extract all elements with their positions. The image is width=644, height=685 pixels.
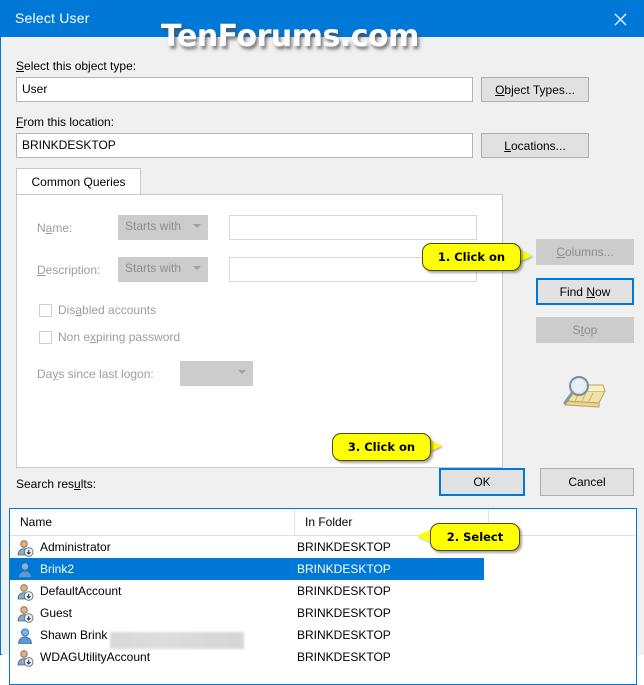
row-name: WDAGUtilityAccount [40, 650, 151, 664]
query-description-condition[interactable]: Starts with [118, 257, 208, 282]
list-header: Name In Folder [10, 509, 636, 536]
non-expiring-password-label: Non expiring password [58, 330, 181, 344]
row-in-folder: BRINKDESKTOP [297, 584, 391, 598]
callout-1: 1. Click on [422, 243, 521, 271]
row-name: Brink2 [40, 562, 75, 576]
stop-button[interactable]: Stop [536, 317, 634, 343]
search-results-list[interactable]: Name In Folder Administrator BRINKDESKTOP… [9, 508, 637, 685]
column-header-name[interactable]: Name [10, 509, 295, 536]
disabled-accounts-checkbox[interactable] [39, 304, 52, 317]
table-row[interactable]: Shawn Brink BRINKDESKTOP [10, 624, 636, 646]
user-icon [16, 561, 34, 579]
query-name-condition[interactable]: Starts with [118, 215, 208, 240]
window-title: Select User [15, 10, 90, 26]
callout-2-label: 2. Select [446, 530, 504, 544]
row-name: Guest [40, 606, 73, 620]
close-icon [614, 13, 626, 25]
object-type-field[interactable]: User [16, 77, 473, 102]
magnifier-folder-icon [563, 376, 606, 408]
table-row[interactable]: Guest BRINKDESKTOP [10, 602, 636, 624]
query-description-label: Description: [37, 263, 101, 277]
tab-strip: Common Queries [16, 168, 503, 195]
select-user-dialog: Select User Select this object type: Use… [0, 0, 644, 685]
object-types-label: Object Types... [495, 82, 575, 97]
user-icon [16, 627, 34, 645]
ok-label: OK [473, 475, 491, 489]
query-name-label: Name: [37, 221, 73, 235]
search-results-label: Search results: [16, 477, 97, 491]
user-arrow-icon [16, 583, 34, 601]
chevron-down-icon [238, 370, 246, 374]
row-in-folder: BRINKDESKTOP [297, 628, 391, 642]
disabled-accounts-label: Disabled accounts [58, 303, 157, 317]
close-button[interactable] [597, 1, 643, 37]
query-name-condition-value: Starts with [125, 219, 182, 233]
locations-label: Locations... [504, 138, 566, 153]
row-in-folder: BRINKDESKTOP [297, 650, 391, 664]
object-type-label: Select this object type: [16, 59, 137, 73]
dialog-body: Select this object type: User Object Typ… [2, 37, 644, 685]
row-name: Administrator [40, 540, 111, 554]
non-expiring-password-checkbox[interactable] [39, 331, 52, 344]
chevron-down-icon [193, 224, 201, 228]
query-description-condition-value: Starts with [125, 261, 182, 275]
stop-label: Stop [572, 323, 598, 337]
tab-common-queries-label: Common Queries [31, 175, 126, 189]
find-now-label: Find Now [559, 284, 611, 299]
callout-3: 3. Click on [332, 433, 431, 461]
user-arrow-icon [16, 649, 34, 667]
columns-label: Columns... [556, 245, 614, 259]
cancel-label: Cancel [568, 475, 606, 489]
object-types-button[interactable]: Object Types... [481, 77, 589, 102]
query-name-input[interactable] [229, 215, 477, 240]
callout-3-label: 3. Click on [347, 440, 416, 454]
row-in-folder: BRINKDESKTOP [297, 606, 391, 620]
row-name: Shawn Brink [40, 628, 108, 642]
row-name: DefaultAccount [40, 584, 122, 598]
days-since-logon-label: Days since last logon: [37, 367, 154, 381]
table-row[interactable]: DefaultAccount BRINKDESKTOP [10, 580, 636, 602]
row-in-folder: BRINKDESKTOP [297, 562, 391, 576]
redaction-blur [110, 632, 244, 649]
callout-1-label: 1. Click on [437, 250, 506, 264]
row-in-folder: BRINKDESKTOP [297, 540, 391, 554]
table-row[interactable]: Brink2 BRINKDESKTOP [10, 558, 484, 580]
user-arrow-icon [16, 605, 34, 623]
ok-button[interactable]: OK [439, 468, 525, 496]
table-row[interactable]: WDAGUtilityAccount BRINKDESKTOP [10, 646, 636, 668]
days-since-logon-combo[interactable] [180, 361, 253, 386]
locations-button[interactable]: Locations... [481, 133, 589, 158]
tab-common-queries[interactable]: Common Queries [16, 168, 141, 195]
user-arrow-icon [16, 539, 34, 557]
watermark: TenForums.com [161, 19, 419, 54]
location-field[interactable]: BRINKDESKTOP [16, 133, 473, 158]
location-label: From this location: [16, 115, 115, 129]
cancel-button[interactable]: Cancel [540, 468, 634, 496]
columns-button[interactable]: Columns... [536, 239, 634, 265]
callout-2: 2. Select [430, 523, 520, 551]
table-row[interactable]: Administrator BRINKDESKTOP [10, 536, 636, 558]
find-now-button[interactable]: Find Now [536, 278, 634, 305]
common-queries-panel: Name: Starts with Description: Starts wi… [16, 194, 503, 468]
chevron-down-icon [193, 266, 201, 270]
